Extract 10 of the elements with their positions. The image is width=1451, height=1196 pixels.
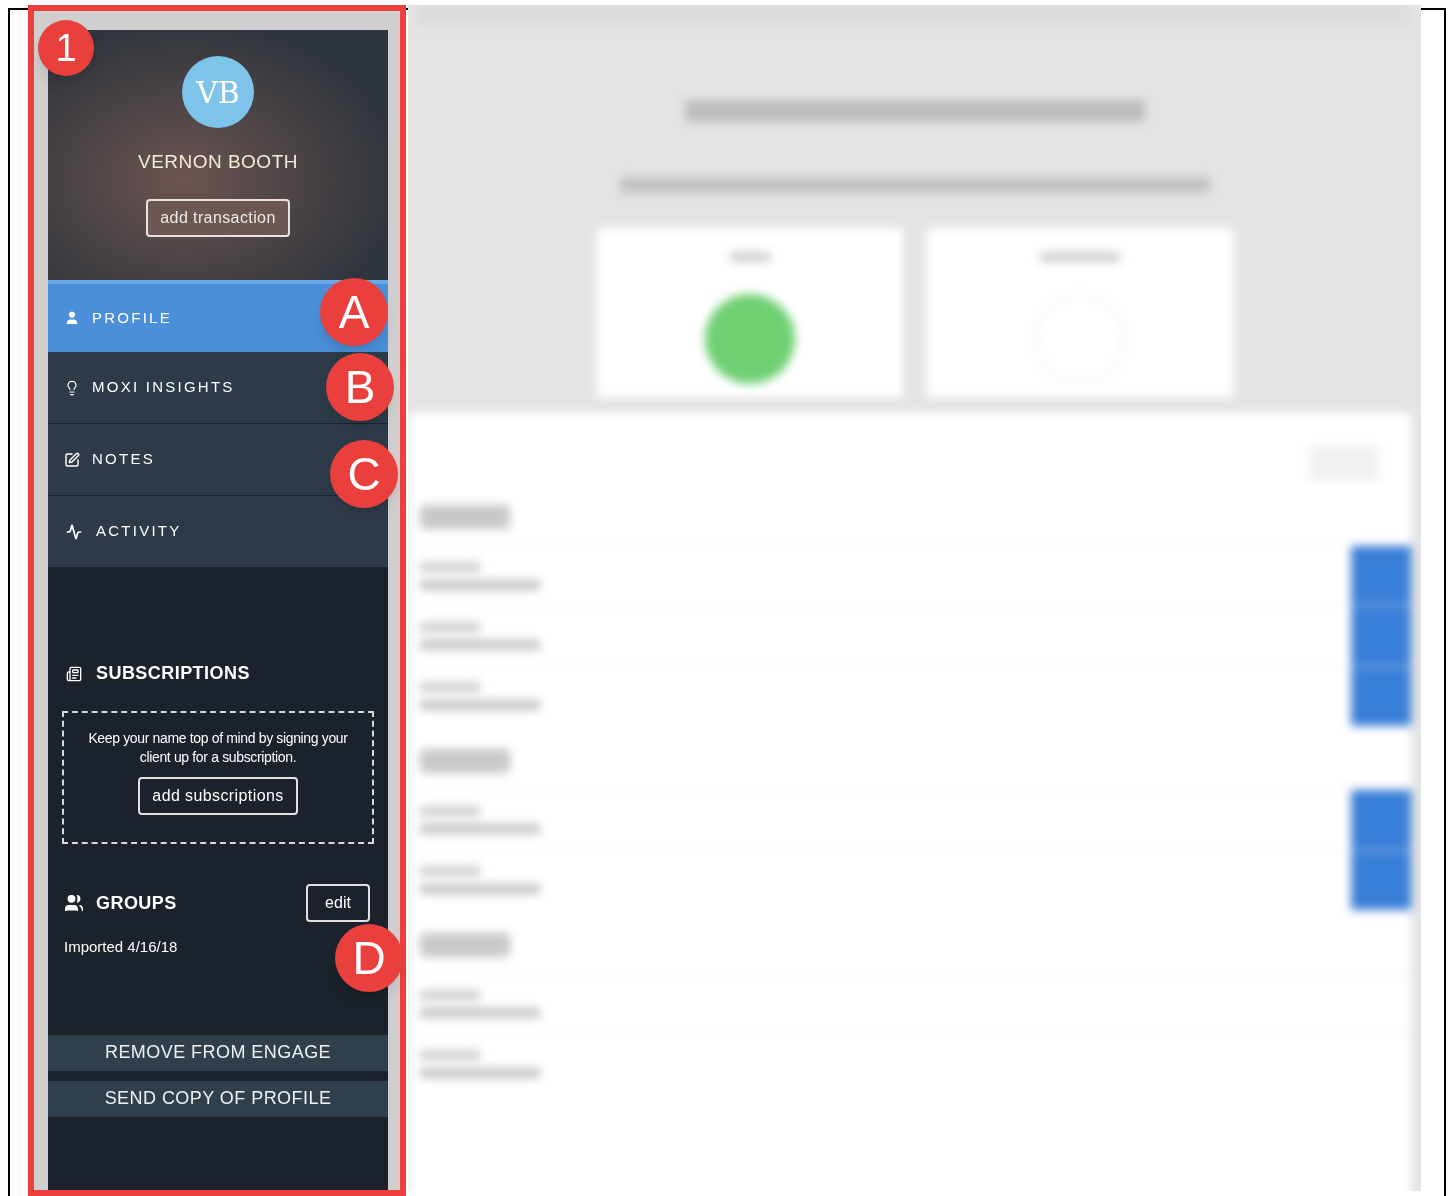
nav-label: PROFILE <box>92 307 172 328</box>
group-label: Imported 4/16/18 <box>64 937 178 957</box>
nav-label: NOTES <box>92 449 155 470</box>
section-title: SUBSCRIPTIONS <box>96 662 250 685</box>
avatar: VB <box>182 56 254 128</box>
nav-label: ACTIVITY <box>96 521 182 542</box>
nav-label: MOXI INSIGHTS <box>92 377 235 398</box>
section-title: GROUPS <box>96 891 177 915</box>
contact-name: VERNON BOOTH <box>138 150 298 174</box>
subscription-message: Keep your name top of mind by signing your client up for a subscription. <box>87 729 349 767</box>
